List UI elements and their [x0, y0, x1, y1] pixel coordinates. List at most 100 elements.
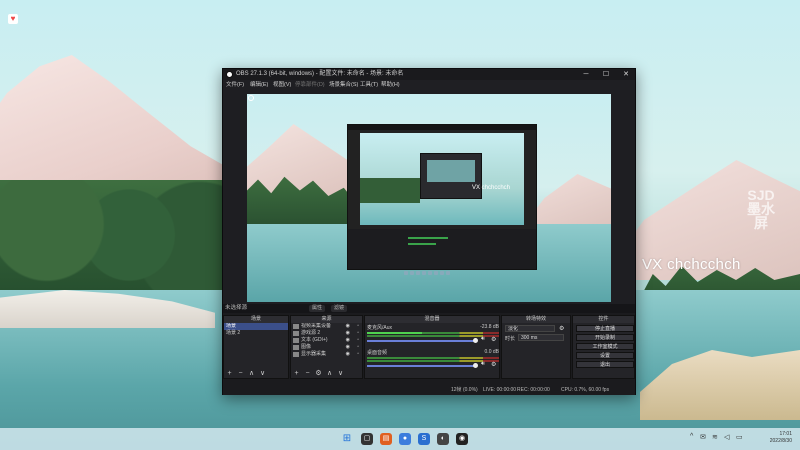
stop-streaming-button[interactable]: 停止直播 [576, 325, 634, 332]
settings-button[interactable]: 设置 [576, 352, 634, 359]
maximize-button[interactable]: ☐ [599, 69, 613, 80]
lock-icon[interactable]: ▫ [357, 344, 359, 351]
app-icon[interactable]: ◐ [437, 433, 449, 445]
fader-knob[interactable] [473, 338, 478, 343]
source-label: 显示器采集 [301, 351, 327, 357]
source-item[interactable]: 文本 (GDI+) ◉ ▫ [291, 337, 362, 344]
eye-icon[interactable]: ◉ [346, 337, 350, 344]
nested-meter-2 [408, 243, 436, 245]
gear-icon[interactable]: ⚙ [491, 336, 496, 343]
title-bar[interactable]: OBS 27.1.3 (64-bit, windows) - 配置文件: 未命名… [223, 69, 635, 80]
app-icon[interactable]: ▢ [361, 433, 373, 445]
menu-bar: 文件(F) 编辑(E) 视图(V) 停靠部件(D) 场景集合(S) 工具(T) … [223, 80, 635, 90]
menu-view[interactable]: 视图(V) [273, 80, 291, 90]
transitions-dock-title: 转场特效 [502, 316, 570, 323]
gear-icon[interactable]: ⚙ [313, 370, 324, 378]
filters-button[interactable]: 滤镜 [331, 305, 348, 312]
studio-mode-button[interactable]: 工作室模式 [576, 343, 634, 350]
add-icon[interactable]: + [224, 370, 235, 378]
cpu-fps: CPU: 0.7%, 60.00 fps [561, 387, 610, 393]
move-up-icon[interactable]: ∧ [324, 370, 335, 378]
app-icon[interactable]: ▤ [380, 433, 392, 445]
duration-input[interactable]: 300 ms [518, 334, 564, 341]
channel-db: 0.0 dB [484, 349, 499, 355]
lock-icon[interactable]: ▫ [357, 351, 359, 358]
heart-icon[interactable]: ♥ [8, 14, 18, 24]
lock-icon[interactable]: ▫ [357, 330, 359, 337]
volume-icon[interactable]: ◁ [724, 433, 729, 441]
obs-taskbar-icon[interactable]: ◉ [456, 433, 468, 445]
eye-icon[interactable]: ◉ [346, 330, 350, 337]
app-icon[interactable]: S [418, 433, 430, 445]
speaker-icon[interactable]: 🔊︎ [481, 336, 485, 343]
app-icon[interactable]: ● [399, 433, 411, 445]
fader-knob[interactable] [473, 363, 478, 368]
lock-icon[interactable]: ▫ [357, 337, 359, 344]
scene-item[interactable]: 场景 [224, 323, 288, 330]
add-icon[interactable]: + [291, 370, 302, 378]
source-item[interactable]: 图像 ◉ ▫ [291, 344, 362, 351]
gear-icon[interactable]: ⚙ [559, 325, 564, 332]
exit-button[interactable]: 退出 [576, 361, 634, 368]
transition-select[interactable]: 淡化 [505, 325, 555, 332]
clock[interactable]: 17:01 2022/8/30 [770, 431, 792, 445]
properties-button[interactable]: 属性 [309, 305, 326, 312]
menu-help[interactable]: 帮助(H) [381, 80, 400, 90]
speaker-icon[interactable]: 🔊︎ [481, 361, 485, 368]
source-item[interactable]: 显示器采集 ◉ ▫ [291, 351, 362, 358]
remove-icon[interactable]: − [302, 370, 313, 378]
image-icon [293, 345, 299, 350]
preview-canvas[interactable]: VX chchcchch [247, 94, 611, 302]
eye-icon[interactable]: ◉ [346, 323, 350, 330]
volume-fader[interactable] [367, 340, 475, 342]
move-down-icon[interactable]: ∨ [335, 370, 346, 378]
move-up-icon[interactable]: ∧ [246, 370, 257, 378]
source-item[interactable]: 游戏源 2 ◉ ▫ [291, 330, 362, 337]
scenes-footer: + − ∧ ∨ [224, 370, 288, 378]
clock-date: 2022/8/30 [769, 438, 792, 444]
channel-name: 桌面音频 [367, 350, 388, 356]
menu-edit[interactable]: 编辑(E) [250, 80, 268, 90]
camera-icon [293, 324, 299, 329]
eye-icon[interactable]: ◉ [346, 351, 350, 358]
menu-docks[interactable]: 停靠部件(D) [295, 80, 325, 90]
sources-dock: 来源 视频采集设备 ◉ ▫ 游戏源 2 ◉ ▫ 文本 (GDI+) ◉ ▫ 图像 ◉ ▫ 显示器… [290, 315, 363, 379]
wechat-icon[interactable]: ✉ [700, 433, 706, 441]
selection-handle-icon[interactable] [248, 95, 254, 101]
windows-start-icon[interactable]: ⊞ [341, 433, 353, 445]
mixer-channel: 麦克风/Aux -23.8 dB 🔊︎ ⚙ [367, 324, 499, 348]
dock-area: 未选择源 属性 滤镜 场景 场景 场景 2 + − ∧ ∨ 来源 视频采集设备 ◉ ▫ 游… [223, 304, 635, 394]
rec-timer: REC: 00:00:00 [517, 387, 550, 393]
source-label: 视频采集设备 [301, 323, 332, 329]
nested-title-bar [348, 125, 536, 130]
no-source-selected-label: 未选择源 [225, 305, 248, 311]
source-item[interactable]: 视频采集设备 ◉ ▫ [291, 323, 362, 330]
dropped-frames: 12帧 (0.0%) [451, 387, 478, 393]
start-recording-button[interactable]: 开始录制 [576, 334, 634, 341]
lock-icon[interactable]: ▫ [357, 323, 359, 330]
gear-icon[interactable]: ⚙ [491, 361, 496, 368]
scene-item[interactable]: 场景 2 [224, 330, 288, 337]
live-timer: LIVE: 00:00:00 [483, 387, 517, 393]
wifi-icon[interactable]: ≋ [712, 433, 718, 441]
watermark-logo: SJD 墨水屏 [747, 187, 775, 231]
desktop-watermark-text: VX chchcchch [642, 256, 741, 273]
window-title: OBS 27.1.3 (64-bit, windows) - 配置文件: 未命名… [236, 71, 404, 77]
remove-icon[interactable]: − [235, 370, 246, 378]
nested-forest [360, 178, 420, 203]
menu-file[interactable]: 文件(F) [226, 80, 244, 90]
menu-tools[interactable]: 工具(T) [360, 80, 378, 90]
battery-icon[interactable]: ▭ [736, 433, 743, 441]
nested-meter [408, 237, 448, 239]
source-toolbar: 未选择源 属性 滤镜 [223, 304, 635, 313]
volume-fader[interactable] [367, 365, 475, 367]
scenes-list: 场景 场景 2 [224, 323, 288, 370]
obs-window[interactable]: OBS 27.1.3 (64-bit, windows) - 配置文件: 未命名… [222, 68, 636, 395]
move-down-icon[interactable]: ∨ [257, 370, 268, 378]
minimize-button[interactable]: ─ [579, 69, 593, 80]
menu-scene-collection[interactable]: 场景集合(S) [329, 80, 358, 90]
eye-icon[interactable]: ◉ [346, 344, 350, 351]
sources-footer: + − ⚙ ∧ ∨ [291, 370, 362, 378]
close-button[interactable]: ✕ [619, 69, 633, 80]
chevron-up-icon[interactable]: ^ [690, 433, 693, 440]
